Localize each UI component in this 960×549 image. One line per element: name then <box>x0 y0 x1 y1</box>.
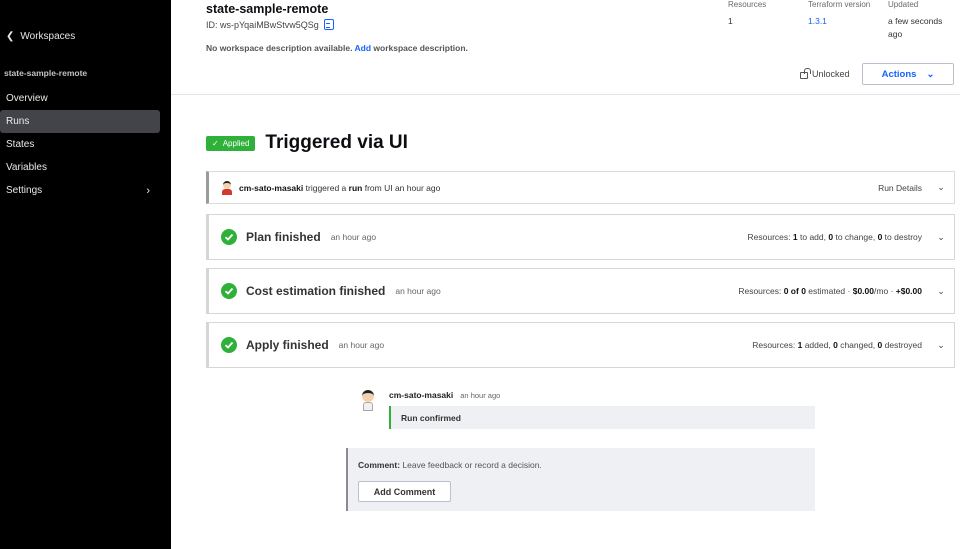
trigger-text: cm-sato-masaki triggered a run from UI a… <box>239 183 440 193</box>
workspace-header: state-sample-remote ID: ws-pYqaiMBwStvw5… <box>171 0 960 95</box>
trigger-text-1: triggered a <box>305 182 347 193</box>
step-title: Plan finished <box>246 230 321 244</box>
sidebar: ❮ Workspaces state-sample-remote Overvie… <box>0 0 171 549</box>
chevron-left-icon: ❮ <box>6 31 15 42</box>
sidebar-workspace-name: state-sample-remote <box>4 68 88 78</box>
terraform-version-link[interactable]: 1.3.1 <box>808 15 870 28</box>
confirmation-user: cm-sato-masaki <box>389 390 454 400</box>
step-time: an hour ago <box>395 286 441 296</box>
avatar <box>360 390 376 412</box>
status-badge-label: Applied <box>222 138 250 148</box>
plan-step-card[interactable]: Plan finished an hour ago Resources: 1 t… <box>206 214 955 260</box>
actions-button[interactable]: Actions ⌄ <box>862 63 954 85</box>
apply-step-card[interactable]: Apply finished an hour ago Resources: 1 … <box>206 322 955 368</box>
comment-placeholder: Leave feedback or record a decision. <box>402 460 542 470</box>
meta-label: Updated <box>888 0 919 9</box>
check-circle-icon <box>221 229 237 245</box>
check-circle-icon <box>221 337 237 353</box>
meta-terraform-version: Terraform version 1.3.1 <box>808 0 870 28</box>
sidebar-item-label: Overview <box>6 93 48 104</box>
workspace-description: No workspace description available. Add … <box>206 43 468 53</box>
meta-label: Resources <box>728 0 767 9</box>
chevron-down-icon[interactable]: ⌄ <box>936 340 946 351</box>
workspace-id: ID: ws-pYqaiMBwStvw5QSg <box>206 19 334 30</box>
add-comment-button[interactable]: Add Comment <box>358 481 451 502</box>
sidebar-item-label: Variables <box>6 162 47 173</box>
meta-value: 1 <box>728 16 733 26</box>
lock-status-label: Unlocked <box>812 69 850 79</box>
chevron-right-icon: › <box>146 184 150 197</box>
step-title: Cost estimation finished <box>246 284 386 298</box>
meta-updated: Updated a few seconds ago <box>888 0 958 41</box>
status-badge: ✓ Applied <box>206 135 256 151</box>
chevron-down-icon[interactable]: ⌄ <box>936 286 946 297</box>
step-time: an hour ago <box>338 340 385 350</box>
step-summary: Resources: 0 of 0 estimated · $0.00/mo ·… <box>738 286 922 296</box>
cost-estimation-step-card[interactable]: Cost estimation finished an hour ago Res… <box>206 268 955 314</box>
confirmation-message: Run confirmed <box>389 406 815 429</box>
sidebar-item-label: Runs <box>6 116 30 127</box>
step-summary: Resources: 1 to add, 0 to change, 0 to d… <box>747 232 922 242</box>
sidebar-item-states[interactable]: States <box>0 133 160 156</box>
sidebar-item-label: States <box>6 139 35 150</box>
step-title: Apply finished <box>246 338 329 352</box>
comment-box: Comment: Leave feedback or record a deci… <box>346 448 815 511</box>
back-to-workspaces-link[interactable]: ❮ Workspaces <box>6 31 75 42</box>
step-summary-area: Resources: 1 added, 0 changed, 0 destroy… <box>752 340 946 351</box>
actions-label: Actions <box>881 68 917 80</box>
check-circle-icon <box>221 283 237 299</box>
step-summary: Resources: 1 added, 0 changed, 0 destroy… <box>752 340 922 350</box>
copy-icon[interactable] <box>323 19 334 30</box>
trigger-run-word: run <box>348 182 363 193</box>
workspace-id-text: ID: ws-pYqaiMBwStvw5QSg <box>206 19 319 30</box>
comment-label: Comment: <box>358 460 401 470</box>
confirmation-header: cm-sato-masaki an hour ago <box>389 390 500 400</box>
check-icon: ✓ <box>212 138 219 148</box>
meta-resources: Resources 1 <box>728 0 766 28</box>
chevron-down-icon[interactable]: ⌄ <box>936 232 946 243</box>
run-details-label: Run Details <box>878 182 922 193</box>
lock-status[interactable]: Unlocked <box>800 68 850 79</box>
confirmation-time: an hour ago <box>460 391 501 400</box>
chevron-down-icon: ⌄ <box>926 68 935 80</box>
trigger-user: cm-sato-masaki <box>239 182 304 193</box>
description-suffix: workspace description. <box>373 43 468 53</box>
run-trigger-card[interactable]: cm-sato-masaki triggered a run from UI a… <box>206 171 955 204</box>
sidebar-nav: Overview Runs States Variables Settings › <box>0 87 171 202</box>
back-label: Workspaces <box>20 31 76 42</box>
chevron-down-icon: ⌄ <box>937 182 945 192</box>
add-description-link[interactable]: Add <box>355 43 372 53</box>
meta-label: Terraform version <box>808 0 871 9</box>
run-details-toggle[interactable]: Run Details ⌄ <box>878 182 946 193</box>
workspace-title: state-sample-remote <box>206 2 329 16</box>
description-prefix: No workspace description available. <box>206 43 353 53</box>
sidebar-item-runs[interactable]: Runs <box>0 110 160 133</box>
meta-value: a few seconds ago <box>888 16 943 39</box>
page-title: Triggered via UI <box>265 132 408 153</box>
avatar <box>221 180 233 195</box>
step-time: an hour ago <box>330 232 377 242</box>
sidebar-item-variables[interactable]: Variables <box>0 156 160 179</box>
trigger-text-2: from UI an hour ago <box>364 182 441 193</box>
sidebar-item-overview[interactable]: Overview <box>0 87 160 110</box>
unlock-icon <box>800 68 811 79</box>
step-summary-area: Resources: 0 of 0 estimated · $0.00/mo ·… <box>738 286 946 297</box>
step-summary-area: Resources: 1 to add, 0 to change, 0 to d… <box>748 232 946 243</box>
run-heading: ✓ Applied Triggered via UI <box>206 132 408 154</box>
sidebar-item-label: Settings <box>6 185 43 196</box>
sidebar-item-settings[interactable]: Settings › <box>0 179 160 202</box>
comment-prompt: Comment: Leave feedback or record a deci… <box>358 460 542 470</box>
